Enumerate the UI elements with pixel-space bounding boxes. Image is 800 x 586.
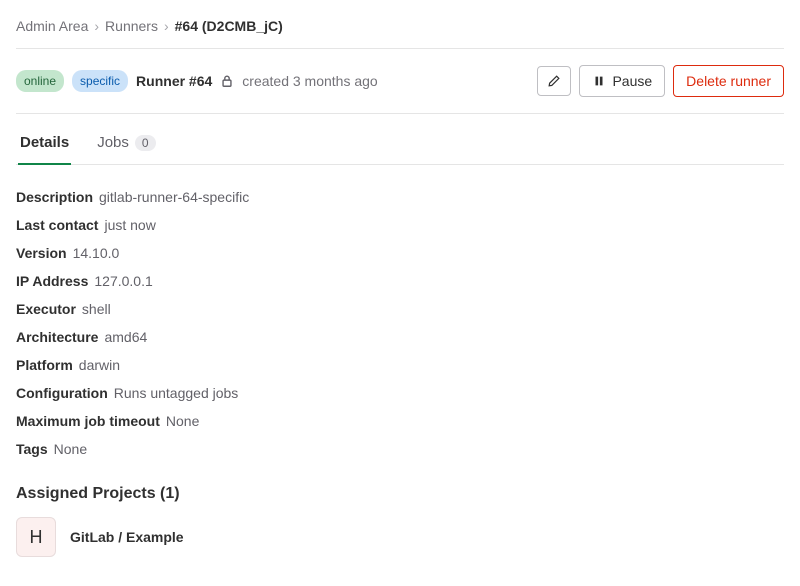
detail-row-tags: Tags None — [16, 435, 784, 463]
detail-row-executor: Executor shell — [16, 295, 784, 323]
detail-value: amd64 — [104, 329, 147, 345]
detail-row-architecture: Architecture amd64 — [16, 323, 784, 351]
tab-jobs[interactable]: Jobs 0 — [95, 122, 157, 165]
detail-label: Platform — [16, 357, 73, 373]
project-name: GitLab / Example — [70, 529, 184, 545]
detail-row-configuration: Configuration Runs untagged jobs — [16, 379, 784, 407]
lock-icon — [220, 74, 234, 88]
detail-value: Runs untagged jobs — [114, 385, 239, 401]
edit-button[interactable] — [537, 66, 571, 96]
breadcrumb-current: #64 (D2CMB_jC) — [175, 18, 283, 34]
runner-header: online specific Runner #64 created 3 mon… — [16, 49, 784, 113]
detail-label: Version — [16, 245, 67, 261]
tab-jobs-label: Jobs — [97, 134, 129, 151]
detail-label: Executor — [16, 301, 76, 317]
detail-row-last-contact: Last contact just now — [16, 211, 784, 239]
detail-value: 14.10.0 — [73, 245, 120, 261]
detail-row-version: Version 14.10.0 — [16, 239, 784, 267]
project-item[interactable]: H GitLab / Example — [16, 517, 784, 557]
detail-value: None — [54, 441, 87, 457]
project-avatar: H — [16, 517, 56, 557]
detail-row-description: Description gitlab-runner-64-specific — [16, 183, 784, 211]
pause-button[interactable]: Pause — [579, 65, 665, 97]
detail-label: Maximum job timeout — [16, 413, 160, 429]
assigned-projects-title: Assigned Projects (1) — [16, 485, 784, 503]
tabs: Details Jobs 0 — [16, 122, 784, 165]
detail-label: Last contact — [16, 217, 98, 233]
status-badge-online: online — [16, 70, 64, 92]
delete-runner-label: Delete runner — [686, 73, 771, 89]
detail-value: just now — [104, 217, 155, 233]
chevron-right-icon: › — [164, 18, 169, 34]
tab-details[interactable]: Details — [18, 122, 71, 165]
breadcrumb: Admin Area › Runners › #64 (D2CMB_jC) — [16, 16, 784, 48]
detail-value: 127.0.0.1 — [94, 273, 152, 289]
detail-label: Configuration — [16, 385, 108, 401]
detail-label: IP Address — [16, 273, 88, 289]
detail-label: Description — [16, 189, 93, 205]
breadcrumb-section[interactable]: Runners — [105, 18, 158, 34]
divider — [16, 113, 784, 114]
runner-title: Runner #64 — [136, 73, 212, 89]
detail-row-timeout: Maximum job timeout None — [16, 407, 784, 435]
pause-button-label: Pause — [612, 73, 652, 89]
breadcrumb-root[interactable]: Admin Area — [16, 18, 88, 34]
detail-label: Architecture — [16, 329, 98, 345]
detail-value: darwin — [79, 357, 120, 373]
detail-row-platform: Platform darwin — [16, 351, 784, 379]
created-text: created 3 months ago — [242, 73, 377, 89]
status-badge-specific: specific — [72, 70, 128, 92]
detail-value: None — [166, 413, 199, 429]
pause-icon — [592, 74, 606, 88]
tab-details-label: Details — [20, 134, 69, 151]
detail-label: Tags — [16, 441, 48, 457]
delete-runner-button[interactable]: Delete runner — [673, 65, 784, 97]
detail-value: shell — [82, 301, 111, 317]
details-list: Description gitlab-runner-64-specific La… — [16, 183, 784, 463]
runner-header-left: online specific Runner #64 created 3 mon… — [16, 70, 378, 92]
chevron-right-icon: › — [94, 18, 99, 34]
pencil-icon — [547, 74, 561, 88]
detail-value: gitlab-runner-64-specific — [99, 189, 249, 205]
jobs-count-badge: 0 — [135, 135, 156, 151]
detail-row-ip: IP Address 127.0.0.1 — [16, 267, 784, 295]
runner-header-actions: Pause Delete runner — [537, 65, 784, 97]
